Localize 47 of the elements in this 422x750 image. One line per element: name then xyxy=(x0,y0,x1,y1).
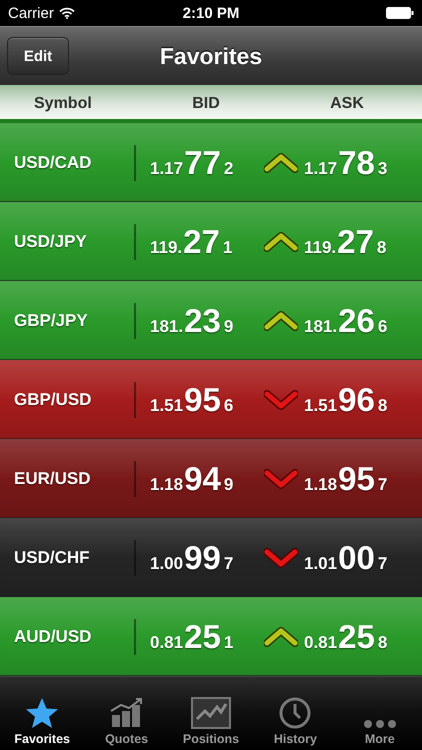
ask-price: 181.26 6 xyxy=(304,302,388,340)
column-header: ASK xyxy=(330,95,364,113)
currency-pair: AUD/USD xyxy=(13,626,92,646)
currency-pair: USD/JPY xyxy=(13,232,88,252)
ask-price: 119.27 8 xyxy=(304,222,388,260)
star-icon xyxy=(25,697,60,729)
bid-price: 1.0099 7 xyxy=(150,538,234,576)
currency-pair: GBP/JPY xyxy=(13,310,89,330)
tab-item[interactable]: Quotes xyxy=(84,677,169,750)
screen-title: Favorites xyxy=(160,42,262,70)
tab-item[interactable]: History xyxy=(253,677,338,750)
clock-icon xyxy=(279,697,312,729)
carrier-name: Carrier xyxy=(8,4,54,22)
quote-row[interactable]: EUR/USD 1.1894 9 1.1895 7 xyxy=(0,439,422,518)
tab-item[interactable]: Positions xyxy=(168,677,254,750)
battery-icon xyxy=(386,7,414,19)
bid-price: 0.8125 1 xyxy=(150,618,234,656)
quote-row[interactable]: USD/JPY 119.27 1 119.27 8 xyxy=(0,202,422,281)
line-chart-icon xyxy=(190,697,231,729)
quote-row[interactable]: USD/CHF 1.0099 7 1.0100 7 xyxy=(0,518,422,597)
clock-time: 2:10 PM xyxy=(182,4,240,22)
currency-pair: USD/CHF xyxy=(13,548,91,568)
quote-row[interactable]: GBP/JPY 181.23 9 181.26 6 xyxy=(0,281,422,360)
column-header: BID xyxy=(192,95,220,113)
edit-button[interactable]: Edit xyxy=(7,37,69,75)
tab-item[interactable]: More xyxy=(338,677,422,750)
quote-row[interactable]: AUD/USD 0.8125 1 0.8125 8 xyxy=(0,597,422,676)
bid-price: 1.1777 2 xyxy=(150,144,234,182)
currency-pair: USD/CAD xyxy=(13,152,92,172)
bid-price: 1.1894 9 xyxy=(150,460,234,498)
bid-price: 181.23 9 xyxy=(150,302,234,340)
bid-price: 119.27 1 xyxy=(150,222,234,260)
column-header: Symbol xyxy=(34,95,92,113)
quote-row[interactable]: USD/CAD 1.1777 2 1.1778 3 xyxy=(0,123,422,202)
ask-price: 1.5196 8 xyxy=(304,380,388,418)
ask-price: 0.8125 8 xyxy=(304,618,388,656)
ask-price: 1.0100 7 xyxy=(304,538,388,576)
more-icon xyxy=(362,719,397,729)
bar-chart-icon xyxy=(108,697,145,729)
bid-price: 1.5195 6 xyxy=(150,380,234,418)
currency-pair: EUR/USD xyxy=(13,468,92,488)
ask-price: 1.1778 3 xyxy=(304,144,388,182)
currency-pair: GBP/USD xyxy=(13,390,92,410)
ask-price: 1.1895 7 xyxy=(304,460,388,498)
wifi-icon xyxy=(58,7,75,19)
quote-row[interactable]: GBP/USD 1.5195 6 1.5196 8 xyxy=(0,360,422,439)
tab-item[interactable]: Favorites xyxy=(0,677,84,750)
